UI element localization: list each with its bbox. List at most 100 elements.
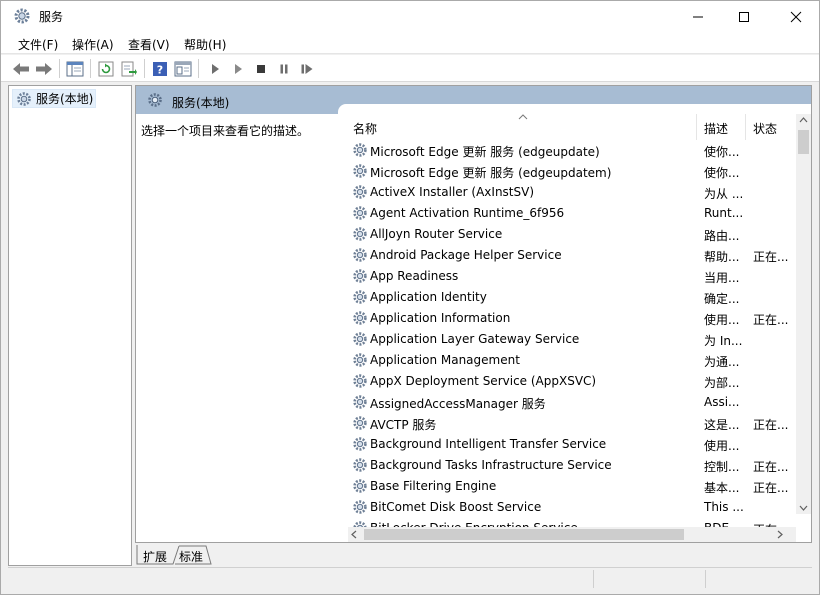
service-gear-icon (352, 457, 368, 476)
service-description: 使你... (704, 166, 740, 180)
table-row[interactable]: Microsoft Edge 更新 服务 (edgeupdatem) 使你... (338, 161, 798, 182)
service-description: 为通... (704, 355, 740, 369)
vertical-scrollbar[interactable] (796, 114, 811, 514)
menu-help[interactable]: 帮助(H) (184, 36, 226, 53)
horizontal-scrollbar[interactable] (348, 527, 796, 542)
stop-service-button[interactable] (251, 59, 271, 79)
service-state: 正在... (753, 481, 789, 495)
table-row[interactable]: BitComet Disk Boost Service This ... (338, 497, 798, 518)
console-tree: 服务(本地) (8, 85, 132, 566)
column-description[interactable]: 描述 (704, 120, 728, 137)
table-row[interactable]: Application Information 使用... 正在... (338, 308, 798, 329)
services-gear-icon (13, 7, 31, 25)
start-service-button[interactable] (205, 59, 225, 79)
show-hide-tree-icon (66, 61, 84, 77)
maximize-icon (739, 11, 749, 22)
service-description: Runt... (704, 206, 744, 220)
minimize-icon (693, 16, 703, 17)
refresh-button[interactable] (96, 59, 116, 79)
tab-extended[interactable]: 扩展 (143, 545, 167, 564)
table-row[interactable]: Base Filtering Engine 基本... 正在... (338, 476, 798, 497)
maximize-button[interactable] (721, 1, 767, 32)
forward-button[interactable] (34, 59, 54, 79)
table-row[interactable]: App Readiness 当用... (338, 266, 798, 287)
table-row[interactable]: Application Layer Gateway Service 为 In... (338, 329, 798, 350)
back-button[interactable] (11, 59, 31, 79)
tab-standard[interactable]: 标准 (179, 545, 203, 564)
toolbar-separator (90, 59, 91, 78)
table-row[interactable]: Background Intelligent Transfer Service 使… (338, 434, 798, 455)
service-gear-icon (352, 205, 368, 224)
tree-item-label: 服务(本地) (36, 92, 94, 106)
services-window: 服务 文件(F) 操作(A) 查看(V) 帮助(H) ? 服务(本地) 服务(本… (0, 0, 820, 595)
start-service-alt-icon (235, 64, 242, 74)
help-button[interactable]: ? (150, 59, 170, 79)
menu-bar: 文件(F) 操作(A) 查看(V) 帮助(H) (1, 32, 819, 54)
start-service-alt-button[interactable] (228, 59, 248, 79)
service-description: 为部... (704, 376, 740, 390)
minimize-button[interactable] (675, 1, 721, 32)
svg-text:?: ? (157, 64, 163, 77)
table-row[interactable]: Android Package Helper Service 帮助... 正在... (338, 245, 798, 266)
vertical-scroll-thumb[interactable] (798, 130, 809, 154)
restart-service-button[interactable] (297, 59, 317, 79)
service-gear-icon (352, 415, 368, 434)
service-gear-icon (352, 352, 368, 371)
scroll-up-icon[interactable] (796, 114, 811, 126)
description-prompt: 选择一个项目来查看它的描述。 (141, 124, 310, 138)
service-description: 帮助... (704, 250, 740, 264)
back-arrow-icon (13, 63, 29, 75)
table-row[interactable]: AllJoyn Router Service 路由... (338, 224, 798, 245)
scroll-right-icon[interactable] (774, 527, 786, 542)
table-row[interactable]: ActiveX Installer (AxInstSV) 为从 ... (338, 182, 798, 203)
column-divider[interactable] (696, 114, 697, 140)
horizontal-scroll-thumb[interactable] (364, 529, 684, 540)
table-row[interactable]: Application Management 为通... (338, 350, 798, 371)
service-name: Application Management (370, 353, 520, 367)
service-state: 正在... (753, 250, 789, 264)
service-description: This ... (704, 500, 744, 514)
service-gear-icon (352, 499, 368, 518)
restart-service-icon (301, 64, 313, 74)
service-gear-icon (352, 226, 368, 245)
show-hide-tree-button[interactable] (65, 59, 85, 79)
pause-service-button[interactable] (274, 59, 294, 79)
table-row[interactable]: Background Tasks Infrastructure Service 控… (338, 455, 798, 476)
service-description: 为 In... (704, 334, 743, 348)
column-divider[interactable] (745, 114, 746, 140)
service-description: 基本... (704, 481, 740, 495)
service-gear-icon (352, 373, 368, 392)
table-row[interactable]: AVCTP 服务 这是... 正在... (338, 413, 798, 434)
service-gear-icon (352, 310, 368, 329)
window-title: 服务 (39, 10, 64, 24)
menu-action[interactable]: 操作(A) (72, 36, 114, 53)
title-bar[interactable]: 服务 (1, 1, 819, 32)
column-state[interactable]: 状态 (753, 120, 777, 137)
menu-file[interactable]: 文件(F) (18, 36, 58, 53)
properties-button[interactable] (173, 59, 193, 79)
export-list-button[interactable] (119, 59, 139, 79)
column-name[interactable]: 名称 (353, 120, 377, 137)
table-row[interactable]: Agent Activation Runtime_6f956 Runt... (338, 203, 798, 224)
table-row[interactable]: AppX Deployment Service (AppXSVC) 为部... (338, 371, 798, 392)
toolbar-separator (59, 59, 60, 78)
table-row[interactable]: Application Identity 确定... (338, 287, 798, 308)
service-name: Background Intelligent Transfer Service (370, 437, 607, 451)
scroll-left-icon[interactable] (348, 527, 360, 542)
table-row[interactable]: Microsoft Edge 更新 服务 (edgeupdate) 使你... (338, 140, 798, 161)
status-divider (705, 570, 706, 588)
service-name: Application Information (370, 311, 511, 325)
pause-service-icon (280, 64, 288, 74)
tree-item-services-local[interactable]: 服务(本地) (12, 89, 96, 108)
close-button[interactable] (773, 1, 819, 32)
view-tabs: 扩展 标准 (135, 545, 335, 565)
service-description: 当用... (704, 271, 740, 285)
table-row[interactable]: AssignedAccessManager 服务 Assi... (338, 392, 798, 413)
sort-ascending-icon (518, 114, 528, 120)
toolbar: ? (1, 55, 819, 82)
service-name: AssignedAccessManager 服务 (370, 397, 546, 411)
service-name: Base Filtering Engine (370, 479, 497, 493)
menu-view[interactable]: 查看(V) (128, 36, 170, 53)
scroll-down-icon[interactable] (796, 502, 811, 514)
service-name: BitComet Disk Boost Service (370, 500, 542, 514)
